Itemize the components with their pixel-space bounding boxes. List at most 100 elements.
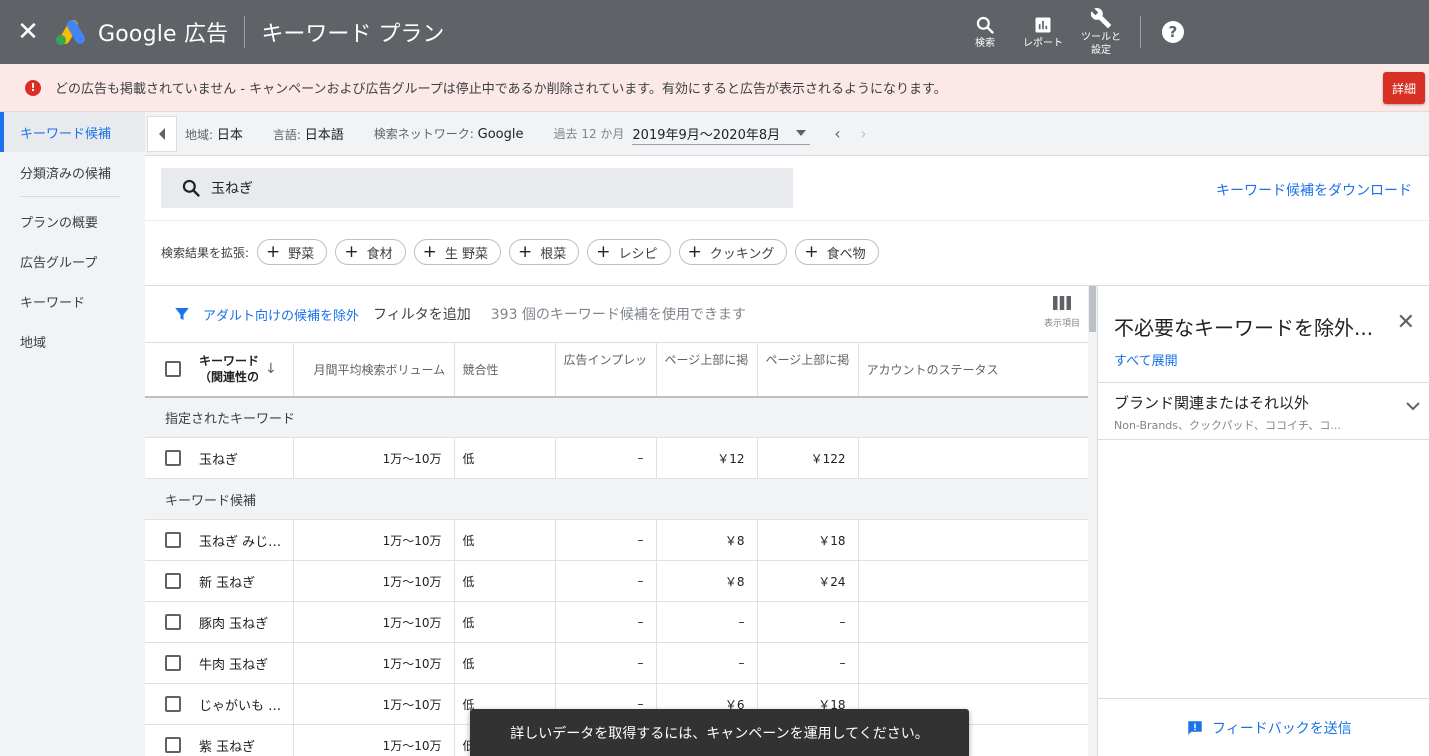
- cell-account-status: [858, 519, 1088, 561]
- nav-item-grouped-ideas[interactable]: 分類済みの候補: [0, 152, 145, 192]
- select-all-checkbox[interactable]: [165, 361, 181, 378]
- plus-icon: +: [344, 241, 359, 262]
- language-value: 日本語: [304, 128, 344, 143]
- scrollbar-thumb[interactable]: [1089, 286, 1096, 332]
- filter-icon[interactable]: [173, 305, 191, 323]
- cell-top-bid-low: –: [656, 642, 758, 684]
- chip-cooking[interactable]: + クッキング: [678, 239, 788, 265]
- expand-all-link[interactable]: すべて展開: [1114, 350, 1178, 369]
- header-keyword[interactable]: キーワード （関連性の ↓: [191, 342, 294, 398]
- cell-top-bid-low: ￥12: [656, 437, 758, 479]
- location-setting[interactable]: 地域: 日本: [185, 124, 243, 143]
- nav-item-ad-groups[interactable]: 広告グループ: [0, 241, 145, 281]
- location-label: 地域:: [185, 128, 214, 142]
- alert-details-button[interactable]: 詳細: [1383, 72, 1425, 104]
- chip-label: 食材: [366, 246, 393, 262]
- date-range-value: 2019年9月～2020年8月: [632, 127, 781, 143]
- nav-item-keywords[interactable]: キーワード: [0, 281, 145, 321]
- header-impression-share[interactable]: 広告インプレッ: [555, 342, 657, 398]
- cell-impression-share: –: [555, 519, 657, 561]
- prev-period-button[interactable]: ‹: [824, 124, 850, 143]
- cell-top-bid-high: ￥24: [757, 560, 859, 602]
- row-checkbox-cell: [145, 519, 191, 561]
- header-checkbox-cell: [145, 342, 191, 398]
- help-button[interactable]: ?: [1153, 0, 1193, 64]
- send-feedback-link[interactable]: フィードバックを送信: [1186, 718, 1352, 738]
- nav-item-plan-overview[interactable]: プランの概要: [0, 201, 145, 241]
- row-checkbox[interactable]: [165, 655, 181, 671]
- chip-recipes[interactable]: + レシピ: [587, 239, 671, 265]
- cell-volume: 1万～10万: [293, 724, 455, 756]
- header-account-status[interactable]: アカウントのステータス: [858, 342, 1088, 398]
- group-row-provided: 指定されたキーワード: [145, 396, 1088, 438]
- chip-raw-vegetables[interactable]: + 生 野菜: [413, 239, 501, 265]
- search-button[interactable]: 検索: [956, 0, 1014, 64]
- chip-food[interactable]: + 食べ物: [795, 239, 879, 265]
- cell-volume: 1万～10万: [293, 560, 455, 602]
- tools-label-line1: ツールと: [1081, 32, 1121, 43]
- keyword-search-input[interactable]: 玉ねぎ: [161, 168, 793, 208]
- nav-item-keyword-ideas[interactable]: キーワード候補: [0, 112, 145, 152]
- language-label: 言語:: [272, 128, 301, 142]
- reports-button[interactable]: レポート: [1014, 0, 1072, 64]
- table-header-row: キーワード （関連性の ↓ 月間平均検索ボリューム 競合性 広告インプレッ ペー…: [145, 342, 1088, 398]
- nav-item-locations[interactable]: 地域: [0, 321, 145, 361]
- row-checkbox-cell: [145, 724, 191, 756]
- group-label: 指定されたキーワード: [145, 396, 1088, 438]
- refine-group-brands[interactable]: ブランド関連またはそれ以外 Non-Brands、クックパッド、ココイチ、コ..…: [1098, 382, 1429, 440]
- broaden-label: 検索結果を拡張:: [161, 245, 250, 260]
- table-row[interactable]: 豚肉 玉ねぎ 1万～10万低 – – –: [145, 601, 1088, 643]
- row-checkbox[interactable]: [165, 573, 181, 589]
- header-competition[interactable]: 競合性: [454, 342, 556, 398]
- table-scrollbar[interactable]: [1088, 286, 1097, 756]
- header-volume[interactable]: 月間平均検索ボリューム: [293, 342, 455, 398]
- cell-volume: 1万～10万: [293, 519, 455, 561]
- columns-button[interactable]: 表示項目: [1044, 296, 1080, 329]
- collapse-nav-button[interactable]: [147, 115, 177, 152]
- plus-icon: +: [517, 241, 533, 262]
- cell-top-bid-high: –: [757, 642, 859, 684]
- header-top-bid-low[interactable]: ページ上部に掲: [656, 342, 758, 398]
- close-icon[interactable]: ✕: [1397, 310, 1415, 335]
- plus-icon: +: [266, 241, 281, 262]
- table-row[interactable]: 新 玉ねぎ 1万～10万低 – ￥8 ￥24: [145, 560, 1088, 602]
- date-range-dropdown[interactable]: 2019年9月～2020年8月: [632, 123, 811, 145]
- download-ideas-link[interactable]: キーワード候補をダウンロード: [1216, 180, 1412, 200]
- table-row[interactable]: 牛肉 玉ねぎ 1万～10万低 – – –: [145, 642, 1088, 684]
- cell-impression-share: –: [555, 642, 657, 684]
- cell-impression-share: –: [555, 437, 657, 479]
- table-row[interactable]: 玉ねぎ 1万～10万 低 – ￥12 ￥122: [145, 437, 1088, 479]
- network-setting[interactable]: 検索ネットワーク: Google: [374, 125, 524, 142]
- alert-banner: ! どの広告も掲載されていません - キャンペーンおよび広告グループは停止中であ…: [0, 64, 1429, 112]
- cell-impression-share: –: [555, 601, 657, 643]
- cell-keyword: 牛肉 玉ねぎ: [191, 642, 294, 684]
- chip-vegetables[interactable]: + 野菜: [257, 239, 328, 265]
- add-filter-button[interactable]: フィルタを追加: [373, 304, 471, 324]
- targeting-bar: 地域: 日本 言語: 日本語 検索ネットワーク: Google 過去 12 か月…: [145, 112, 1429, 156]
- tools-settings-button[interactable]: ツールと 設定: [1072, 0, 1130, 64]
- close-icon[interactable]: ✕: [0, 0, 56, 64]
- row-checkbox[interactable]: [165, 450, 181, 466]
- search-icon: [182, 179, 200, 197]
- refine-group-title: ブランド関連またはそれ以外: [1114, 394, 1310, 412]
- table-row[interactable]: 玉ねぎ みじん... 1万～10万低 – ￥8 ￥18: [145, 519, 1088, 561]
- feedback-icon: [1188, 721, 1202, 735]
- cell-account-status: [858, 601, 1088, 643]
- header-keyword-line2: （関連性の: [199, 370, 260, 385]
- language-setting[interactable]: 言語: 日本語: [273, 124, 344, 143]
- ideas-count: 393 個のキーワード候補を使用できます: [490, 307, 746, 323]
- row-checkbox[interactable]: [165, 737, 181, 753]
- sort-arrow-icon: ↓: [265, 361, 277, 378]
- group-label: キーワード候補: [145, 478, 1088, 520]
- error-icon: !: [25, 79, 41, 96]
- chip-ingredients[interactable]: + 食材: [335, 239, 406, 265]
- chip-root-vegetables[interactable]: + 根菜: [508, 239, 580, 265]
- header-top-bid-high[interactable]: ページ上部に掲: [757, 342, 859, 398]
- row-checkbox[interactable]: [165, 696, 181, 712]
- table-body: 指定されたキーワード 玉ねぎ 1万～10万 低 – ￥12 ￥122 キーワード…: [145, 396, 1088, 756]
- row-checkbox[interactable]: [165, 532, 181, 548]
- adult-filter-chip[interactable]: アダルト向けの候補を除外: [203, 305, 359, 324]
- columns-icon: [1052, 296, 1071, 310]
- row-checkbox[interactable]: [165, 614, 181, 630]
- next-period-button[interactable]: ›: [850, 124, 876, 143]
